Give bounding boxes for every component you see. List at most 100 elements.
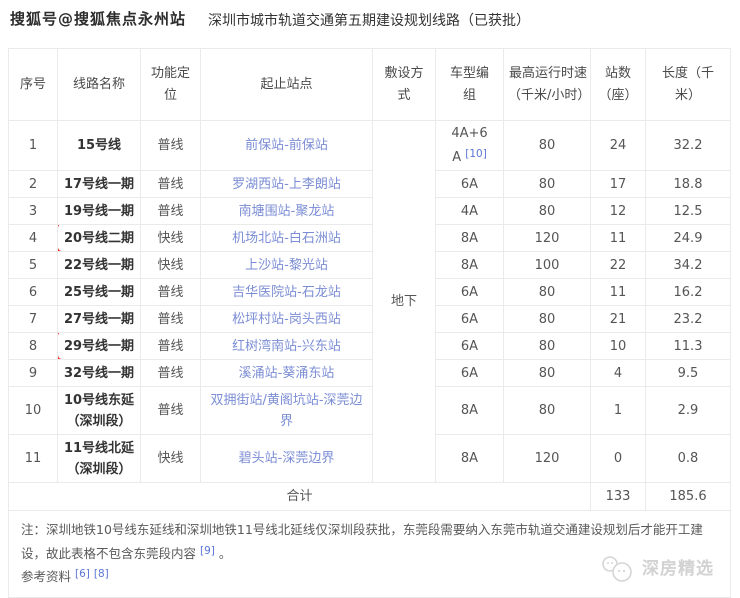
line-name-text: 15号线 xyxy=(77,138,121,153)
reference-link-8[interactable]: [8] xyxy=(94,568,109,580)
station-link[interactable]: 罗湖西站-上李朗站 xyxy=(232,174,341,195)
station-link[interactable]: 前保站-前保站 xyxy=(245,135,328,156)
station-link[interactable]: 松坪村站-岗头西站 xyxy=(232,309,341,330)
row-index-cell: 9 xyxy=(9,360,58,387)
station-count-cell: 17 xyxy=(591,171,646,198)
function-cell: 普线 xyxy=(141,198,201,225)
function-cell: 普线 xyxy=(141,306,201,333)
line-name-text: 27号线一期 xyxy=(64,312,134,327)
reference-link-6[interactable]: [6] xyxy=(75,568,90,580)
station-link[interactable]: 南塘围站-聚龙站 xyxy=(239,201,335,222)
row-index-cell: 1 xyxy=(9,121,58,171)
header-station-count: 站数（座） xyxy=(591,49,646,121)
table-row: 319号线一期普线南塘围站-聚龙站4A801212.5 xyxy=(9,198,731,225)
total-row: 合计 133 185.6 xyxy=(9,483,731,511)
max-speed-cell: 120 xyxy=(504,225,591,252)
header-length: 长度（千米） xyxy=(646,49,731,121)
function-cell: 普线 xyxy=(141,387,201,435)
length-cell: 16.2 xyxy=(646,279,731,306)
row-index-cell: 4 xyxy=(9,225,58,252)
reference-link-10[interactable]: [10] xyxy=(465,148,487,160)
length-cell: 2.9 xyxy=(646,387,731,435)
length-cell: 12.5 xyxy=(646,198,731,225)
formation-cell: 6A xyxy=(436,171,504,198)
references-label: 参考资料 xyxy=(21,569,71,584)
line-name-text: 29号线一期 xyxy=(64,339,134,354)
length-cell: 0.8 xyxy=(646,435,731,483)
max-speed-cell: 120 xyxy=(504,435,591,483)
line-name-cell: 15号线 xyxy=(58,121,141,171)
table-row: 217号线一期普线罗湖西站-上李朗站6A801718.8 xyxy=(9,171,731,198)
line-name-text: 22号线一期 xyxy=(64,258,134,273)
station-count-cell: 12 xyxy=(591,198,646,225)
stations-cell: 罗湖西站-上李朗站 xyxy=(201,171,373,198)
formation-cell: 6A xyxy=(436,333,504,360)
line-name-cell: 11号线北延（深圳段） xyxy=(58,435,141,483)
header-function: 功能定位 xyxy=(141,49,201,121)
stations-cell: 南塘围站-聚龙站 xyxy=(201,198,373,225)
station-link[interactable]: 吉华医院站-石龙站 xyxy=(232,282,341,303)
table-row: 829号线一期普线红树湾南站-兴东站6A801011.3 xyxy=(9,333,731,360)
station-count-cell: 21 xyxy=(591,306,646,333)
stations-cell: 吉华医院站-石龙站 xyxy=(201,279,373,306)
line-name-cell: 17号线一期 xyxy=(58,171,141,198)
function-cell: 普线 xyxy=(141,121,201,171)
station-link[interactable]: 双拥街站/黄阁坑站-深莞边界 xyxy=(205,390,368,432)
row-index-cell: 5 xyxy=(9,252,58,279)
line-name-cell: 32号线一期 xyxy=(58,360,141,387)
line-name-text: （深圳段） xyxy=(66,462,131,477)
length-cell: 32.2 xyxy=(646,121,731,171)
reference-link-9[interactable]: [9] xyxy=(200,545,215,557)
table-row: 522号线一期快线上沙站-黎光站8A1002234.2 xyxy=(9,252,731,279)
row-index-cell: 7 xyxy=(9,306,58,333)
table-row: 625号线一期普线吉华医院站-石龙站6A801116.2 xyxy=(9,279,731,306)
row-index-cell: 8 xyxy=(9,333,58,360)
function-cell: 快线 xyxy=(141,435,201,483)
note-row: 注：深圳地铁10号线东延线和深圳地铁11号线北延线仅深圳段获批，东莞段需要纳入东… xyxy=(9,511,731,598)
station-count-cell: 1 xyxy=(591,387,646,435)
header-index: 序号 xyxy=(9,49,58,121)
formation-cell: 4A xyxy=(436,198,504,225)
row-index-cell: 2 xyxy=(9,171,58,198)
formation-cell: 4A+6A [10] xyxy=(436,121,504,171)
station-link[interactable]: 碧头站-深莞边界 xyxy=(239,448,335,469)
max-speed-cell: 80 xyxy=(504,333,591,360)
stations-cell: 碧头站-深莞边界 xyxy=(201,435,373,483)
length-cell: 23.2 xyxy=(646,306,731,333)
table-row: 1111号线北延（深圳段）快线碧头站-深莞边界8A12000.8 xyxy=(9,435,731,483)
function-cell: 普线 xyxy=(141,360,201,387)
table-row: 1010号线东延（深圳段）普线双拥街站/黄阁坑站-深莞边界8A8012.9 xyxy=(9,387,731,435)
station-link[interactable]: 溪涌站-葵涌东站 xyxy=(239,363,335,384)
station-link[interactable]: 红树湾南站-兴东站 xyxy=(232,336,341,357)
max-speed-cell: 80 xyxy=(504,171,591,198)
shenfang-watermark: 深房精选 xyxy=(598,554,714,585)
length-cell: 11.3 xyxy=(646,333,731,360)
line-name-text: 19号线一期 xyxy=(64,204,134,219)
stations-cell: 前保站-前保站 xyxy=(201,121,373,171)
header-row: 序号 线路名称 功能定位 起止站点 敷设方式 车型编组 最高运行时速（千米/小时… xyxy=(9,49,731,121)
stations-cell: 上沙站-黎光站 xyxy=(201,252,373,279)
header-line-name: 线路名称 xyxy=(58,49,141,121)
formation-cell: 6A xyxy=(436,360,504,387)
station-link[interactable]: 上沙站-黎光站 xyxy=(245,255,328,276)
station-link[interactable]: 机场北站-白石洲站 xyxy=(232,228,341,249)
row-index-cell: 10 xyxy=(9,387,58,435)
header-laying: 敷设方式 xyxy=(373,49,436,121)
stations-cell: 双拥街站/黄阁坑站-深莞边界 xyxy=(201,387,373,435)
length-cell: 24.9 xyxy=(646,225,731,252)
formation-cell: 8A xyxy=(436,435,504,483)
line-name-text: 10号线东延 xyxy=(64,393,134,408)
station-count-cell: 0 xyxy=(591,435,646,483)
row-index-cell: 3 xyxy=(9,198,58,225)
table-row: 420号线二期快线机场北站-白石洲站8A1201124.9 xyxy=(9,225,731,252)
row-index-cell: 6 xyxy=(9,279,58,306)
line-name-text: 20号线二期 xyxy=(64,231,134,246)
length-cell: 18.8 xyxy=(646,171,731,198)
stations-cell: 红树湾南站-兴东站 xyxy=(201,333,373,360)
line-name-cell: 19号线一期 xyxy=(58,198,141,225)
function-cell: 快线 xyxy=(141,252,201,279)
shenfang-watermark-text: 深房精选 xyxy=(642,554,714,585)
line-name-cell: 29号线一期 xyxy=(58,333,141,360)
station-count-cell: 11 xyxy=(591,225,646,252)
table-row: 932号线一期普线溪涌站-葵涌东站6A8049.5 xyxy=(9,360,731,387)
